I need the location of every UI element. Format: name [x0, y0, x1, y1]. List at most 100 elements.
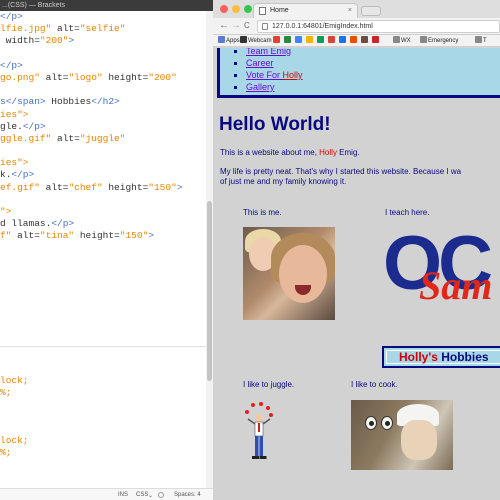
bookmark-item[interactable] [273, 35, 281, 46]
nav-link-team-emig[interactable]: Team Emig [246, 48, 291, 56]
browser-window: Home × ← → C 127.0.0.1:64801/EmigIndex.h… [213, 0, 500, 500]
code-token: s</span> [0, 96, 46, 108]
bookmark-icon [295, 36, 302, 43]
bookmark-icon [317, 36, 324, 43]
juggle-ball-1 [245, 410, 249, 414]
juggler-image [245, 402, 273, 459]
maximize-window-button[interactable] [244, 5, 252, 13]
editor-scrollbar-thumb[interactable] [207, 201, 212, 381]
bookmark-item[interactable]: Apps [218, 35, 240, 46]
new-tab-button[interactable] [361, 6, 381, 16]
bookmark-item[interactable] [339, 35, 347, 46]
bookmark-icon [350, 36, 357, 43]
chef-pupil-1 [369, 421, 374, 426]
code-line: "> [0, 206, 206, 218]
html-code-pane[interactable]: </p> lfie.jpg" alt="selfie" width="200"> <… [0, 11, 206, 346]
status-language[interactable]: CSS [136, 492, 148, 498]
bookmark-item[interactable] [372, 35, 380, 46]
chef-eye-1 [365, 416, 377, 430]
bookmark-item[interactable] [284, 35, 292, 46]
tab-close-icon[interactable]: × [348, 4, 352, 17]
code-token: alt= [11, 230, 40, 242]
status-spaces[interactable]: Spaces: 4 [174, 492, 201, 498]
bookmark-item[interactable] [350, 35, 358, 46]
code-token: </p> [22, 120, 46, 132]
code-token: > [148, 230, 154, 242]
editor-titlebar: ...(CSS) — Brackets [0, 0, 213, 11]
bookmark-label: Emergency [428, 38, 459, 44]
juggler-tie [258, 423, 260, 432]
bookmark-item[interactable] [361, 35, 369, 46]
bookmark-icon [284, 36, 291, 43]
bookmark-item[interactable]: T [475, 35, 487, 46]
juggler-arm-right [262, 418, 271, 425]
code-token: "200" [148, 71, 177, 83]
tab-home[interactable]: Home × [253, 3, 358, 18]
juggler-leg-left [255, 436, 259, 456]
juggler-leg-right [259, 436, 263, 456]
back-arrow-icon[interactable]: ← [219, 19, 229, 33]
code-token: gle. [0, 120, 23, 132]
code-token: </h2> [91, 96, 120, 108]
url-bar[interactable]: 127.0.0.1:64801/EmigIndex.html [257, 20, 500, 33]
nav-link-gallery[interactable]: Gallery [246, 82, 275, 92]
code-token: "150" [119, 230, 149, 242]
code-token: "> [0, 206, 12, 217]
caption-selfie: This is me. [243, 208, 282, 217]
url-text: 127.0.0.1:64801/EmigIndex.html [272, 23, 373, 30]
code-line: ies"> [0, 157, 206, 169]
code-token: alt= [51, 23, 80, 35]
bookmark-item[interactable] [306, 35, 314, 46]
bookmark-icon [328, 36, 335, 43]
bookmark-item[interactable]: WX [393, 35, 411, 46]
bookmark-item[interactable] [317, 35, 325, 46]
bookmark-label: Webcam [248, 38, 272, 44]
hobbies-heading-box: Holly's Hobbies [382, 346, 500, 368]
nav-link-career[interactable]: Career [246, 58, 274, 68]
nav-item-gallery: Gallery [246, 81, 303, 93]
code-token: ies"> [0, 157, 29, 169]
juggler-shoe-right [259, 456, 267, 459]
editor-scrollbar[interactable] [206, 11, 213, 488]
css-token: lock; [0, 435, 29, 446]
status-mode[interactable]: INS [118, 492, 128, 498]
css-code-pane[interactable]: lock;%; lock;%; [0, 346, 206, 488]
caption-school: I teach here. [385, 208, 430, 217]
code-line: ies"> [0, 109, 206, 121]
code-token: alt= [51, 132, 80, 144]
about-line-2: of just me and my family knowing it. [220, 177, 347, 186]
lint-status-icon[interactable] [158, 492, 164, 498]
nav-link-vote-name: Holly [282, 70, 303, 80]
page-info-icon[interactable] [262, 23, 268, 30]
code-token: > [176, 181, 183, 193]
reload-icon[interactable]: C [244, 19, 250, 33]
css-token: lock; [0, 375, 29, 386]
forward-arrow-icon[interactable]: → [231, 19, 241, 33]
code-token: alt= [39, 71, 69, 83]
code-line: width="200"> [0, 35, 206, 47]
bookmark-icon [393, 36, 400, 43]
juggler-arm-left [247, 418, 256, 425]
juggle-ball-5 [269, 413, 273, 417]
code-line: gle.</p> [0, 121, 206, 133]
minimize-window-button[interactable] [232, 5, 240, 13]
bookmark-item[interactable] [295, 35, 303, 46]
code-line: k.</p> [0, 169, 206, 181]
bookmark-item[interactable] [328, 35, 336, 46]
code-line: lfie.jpg" alt="selfie" [0, 23, 206, 35]
code-line: </p> [0, 11, 206, 23]
nav-item-vote: Vote For Holly [246, 69, 303, 81]
nav-link-vote[interactable]: Vote For Holly [246, 70, 303, 80]
bookmark-icon [361, 36, 368, 43]
code-token: "150" [148, 181, 177, 193]
bookmark-item[interactable]: Emergency [420, 35, 459, 46]
css-token: %; [0, 387, 12, 398]
bookmark-item[interactable]: Webcam [240, 35, 272, 46]
bookmark-icon [339, 36, 346, 43]
about-paragraph: My life is pretty neat. That's why I sta… [220, 167, 461, 187]
code-token: alt= [39, 181, 69, 193]
close-window-button[interactable] [220, 5, 228, 13]
code-token: "logo" [68, 71, 103, 83]
